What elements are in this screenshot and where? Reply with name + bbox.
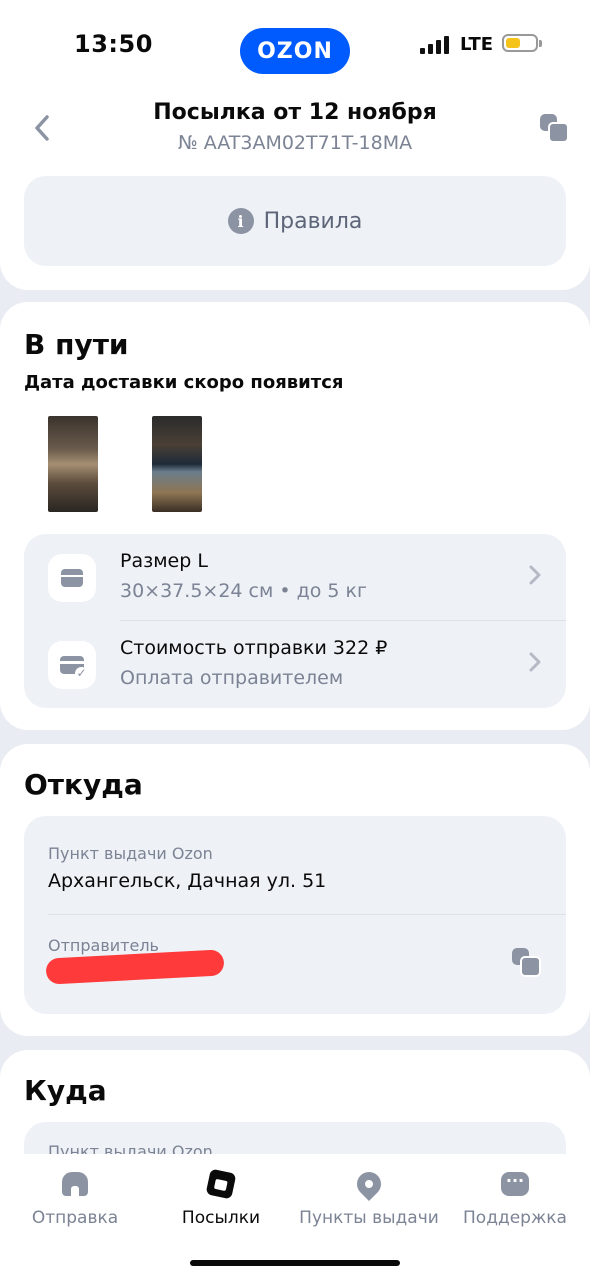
- tab-parcels[interactable]: Посылки: [146, 1166, 296, 1228]
- status-time: 13:50: [74, 30, 153, 58]
- size-row[interactable]: Размер L 30×37.5×24 см • до 5 кг: [24, 534, 566, 621]
- tab-label: Отправка: [31, 1208, 119, 1228]
- size-title: Размер L: [120, 550, 208, 572]
- tab-send[interactable]: Отправка: [0, 1166, 150, 1228]
- location-pin-icon: [352, 1167, 386, 1201]
- header-card: Посылка от 12 ноября № AAT3AM02T71T-18MA…: [0, 90, 590, 290]
- status-bar: 13:50 OZON LTE: [0, 0, 590, 90]
- page-title: Посылка от 12 ноября: [153, 100, 437, 125]
- tab-support[interactable]: ··· Поддержка: [440, 1166, 590, 1228]
- delivery-note: Дата доставки скоро появится: [24, 372, 344, 393]
- parcel-photo[interactable]: [152, 416, 202, 512]
- copy-tracking-button[interactable]: [540, 114, 569, 143]
- from-card: Откуда Пункт выдачи Ozon Архангельск, Да…: [0, 744, 590, 1036]
- divider: [48, 914, 566, 915]
- battery-icon: [502, 34, 542, 52]
- tracking-number: № AAT3AM02T71T-18MA: [177, 132, 413, 154]
- from-heading: Откуда: [24, 768, 143, 801]
- rules-label: Правила: [263, 208, 363, 234]
- cost-title: Стоимость отправки 322 ₽: [120, 637, 388, 659]
- copy-icon: [512, 948, 541, 977]
- parcel-icon: [205, 1168, 237, 1200]
- copy-icon: [540, 114, 569, 143]
- cost-row[interactable]: Стоимость отправки 322 ₽ Оплата отправит…: [24, 621, 566, 708]
- size-detail: 30×37.5×24 см • до 5 кг: [120, 580, 367, 602]
- pickup-address: Архангельск, Дачная ул. 51: [48, 870, 327, 892]
- parcel-details: Размер L 30×37.5×24 см • до 5 кг Стоимос…: [24, 534, 566, 708]
- ozon-logo: OZON: [240, 28, 350, 74]
- transit-card: В пути Дата доставки скоро появится Разм…: [0, 302, 590, 730]
- tab-label: Поддержка: [463, 1208, 567, 1228]
- payment-card-icon: [60, 656, 88, 680]
- tab-label: Пункты выдачи: [299, 1208, 439, 1228]
- chat-icon: ···: [501, 1172, 529, 1196]
- tab-pickup-points[interactable]: Пункты выдачи: [294, 1166, 444, 1228]
- transit-status: В пути: [24, 328, 129, 361]
- to-heading: Куда: [24, 1074, 107, 1107]
- cost-detail: Оплата отправителем: [120, 667, 344, 689]
- network-type: LTE: [460, 34, 494, 55]
- pickup-label: Пункт выдачи Ozon: [48, 844, 213, 863]
- rules-button[interactable]: i Правила: [24, 176, 566, 266]
- sender-label: Отправитель: [48, 936, 159, 955]
- from-details: Пункт выдачи Ozon Архангельск, Дачная ул…: [24, 816, 566, 1014]
- home-indicator: [190, 1260, 400, 1266]
- home-icon: [62, 1172, 88, 1196]
- chevron-right-icon: [528, 560, 542, 593]
- parcel-photo[interactable]: [48, 416, 98, 512]
- box-icon: [61, 569, 83, 587]
- tab-label: Посылки: [181, 1208, 261, 1228]
- chevron-right-icon: [528, 647, 542, 680]
- signal-icon: [420, 34, 450, 54]
- copy-sender-button[interactable]: [512, 948, 541, 977]
- info-icon: i: [227, 208, 254, 234]
